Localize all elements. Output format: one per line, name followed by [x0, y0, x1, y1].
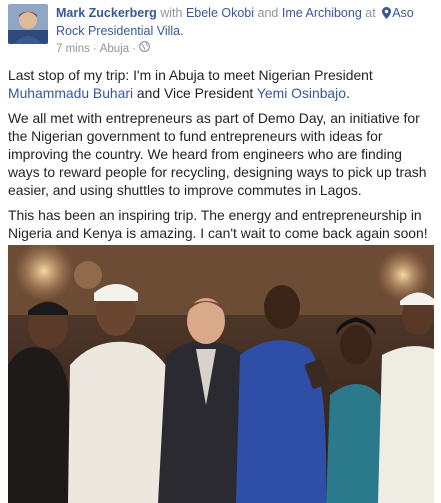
and-text: and [257, 6, 279, 20]
facebook-post: Mark Zuckerberg with Ebele Okobi and Ime… [0, 0, 441, 503]
with-text: with [160, 6, 183, 20]
at-text: at [365, 6, 376, 20]
author-avatar[interactable] [8, 4, 48, 44]
post-header: Mark Zuckerberg with Ebele Okobi and Ime… [56, 5, 435, 39]
tagged-person-link[interactable]: Muhammadu Buhari [8, 85, 133, 101]
post-text: . [345, 85, 350, 101]
post-body: Last stop of my trip: I'm in Abuja to me… [8, 66, 433, 249]
tagged-person-link[interactable]: Ime Archibong [282, 6, 362, 20]
post-paragraph: Last stop of my trip: I'm in Abuja to me… [8, 66, 433, 102]
post-text: Last stop of my trip: I'm in Abuja to me… [8, 67, 373, 83]
globe-icon[interactable] [139, 41, 150, 56]
meta-separator: · [92, 42, 97, 55]
place-link[interactable]: Abuja [100, 42, 129, 56]
post-photo[interactable] [8, 245, 434, 503]
post-paragraph: This has been an inspiring trip. The ene… [8, 207, 428, 241]
location-pin-icon [382, 7, 392, 23]
post-meta: 7 mins · Abuja · [56, 41, 150, 56]
post-text: and Vice President [133, 85, 257, 101]
author-name-link[interactable]: Mark Zuckerberg [56, 6, 157, 20]
tagged-person-link[interactable]: Ebele Okobi [186, 6, 254, 20]
meta-separator: · [132, 42, 136, 55]
tagged-person-link[interactable]: Yemi Osinbajo [257, 85, 346, 101]
post-paragraph: We all met with entrepreneurs as part of… [8, 110, 427, 198]
timestamp-link[interactable]: 7 mins [56, 42, 90, 56]
